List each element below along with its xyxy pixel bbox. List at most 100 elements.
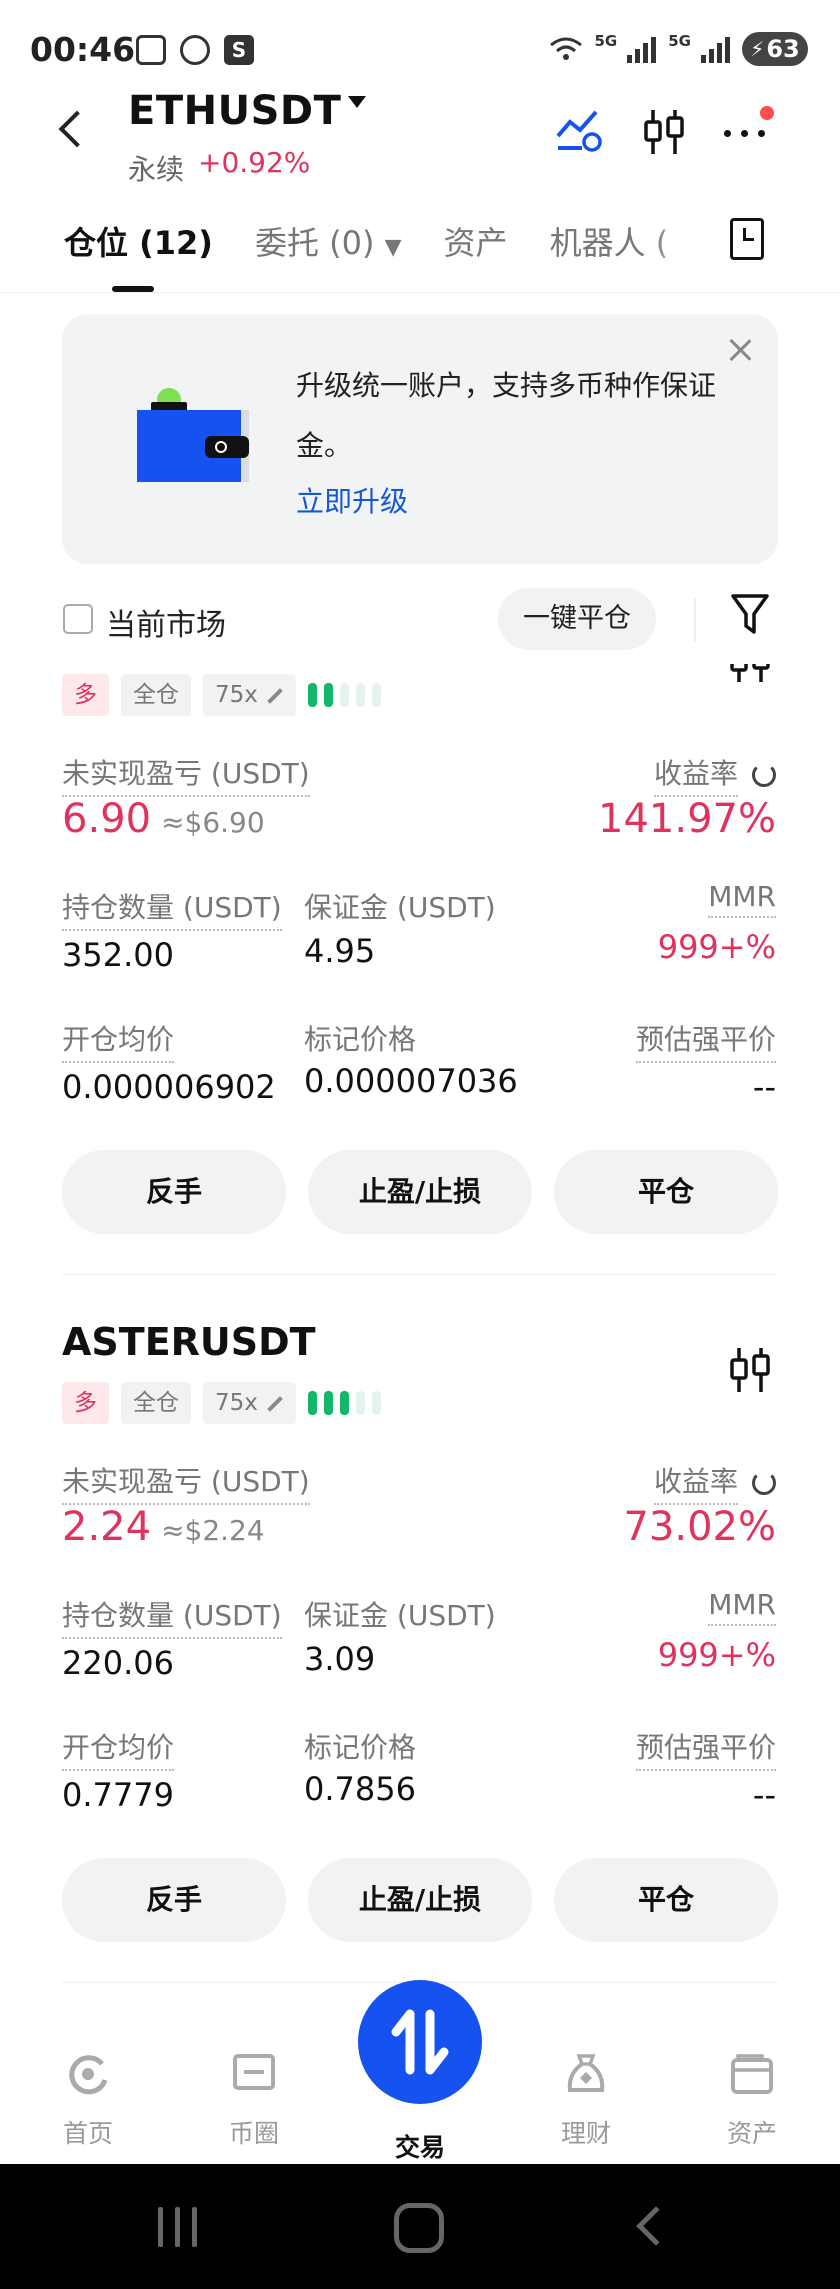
status-indicators: 5G 5G ⚡ 63 (549, 32, 808, 66)
tab-positions[interactable]: 仓位 (12) (64, 218, 213, 264)
history-icon[interactable] (730, 218, 764, 260)
position-size-value: 220.06 (62, 1644, 174, 1682)
mmr-level-bars (307, 1391, 381, 1415)
upgrade-now-link[interactable]: 立即升级 (296, 480, 408, 520)
leverage-badge[interactable]: 75x (203, 674, 296, 716)
tab-orders[interactable]: 委托 (0) ▼ (255, 218, 402, 264)
est-liq-price-value: -- (752, 1068, 776, 1106)
close-position-button[interactable]: 平仓 (554, 1858, 778, 1942)
nav-assets-label: 资产 (726, 2119, 777, 2148)
position-size-value: 352.00 (62, 936, 174, 974)
pair-dropdown-caret-icon[interactable] (348, 96, 366, 108)
mmr-level-bar (323, 1391, 333, 1415)
charging-icon: ⚡ (750, 37, 765, 61)
mmr-level-bar (355, 1391, 365, 1415)
filter-icon[interactable] (730, 592, 770, 636)
reverse-button[interactable]: 反手 (62, 1858, 286, 1942)
header-divider (0, 292, 840, 293)
side-badge: 多 (62, 1382, 109, 1424)
tp-sl-button[interactable]: 止盈/止损 (308, 1858, 532, 1942)
margin-value: 4.95 (304, 932, 376, 970)
more-icon[interactable] (724, 130, 765, 137)
tab-assets[interactable]: 资产 (444, 218, 508, 264)
chart-signal-icon[interactable] (556, 108, 604, 152)
mmr-level-bar (371, 683, 381, 707)
recent-apps-icon[interactable] (158, 2207, 197, 2247)
position-size-label: 持仓数量 (USDT) (62, 1594, 282, 1639)
tab-orders-label: 委托 (0) (254, 224, 375, 262)
mmr-level-bar (339, 683, 349, 707)
assets-icon (731, 2054, 773, 2094)
edit-pencil-icon (267, 1395, 283, 1412)
pair-title[interactable]: ETHUSDT (128, 88, 341, 134)
trade-icon (391, 2009, 449, 2075)
wifi-icon (549, 37, 582, 60)
notification-dot (760, 106, 774, 120)
home-button-icon[interactable] (394, 2203, 444, 2253)
current-market-checkbox[interactable] (63, 604, 93, 634)
tp-sl-button[interactable]: 止盈/止损 (308, 1150, 532, 1234)
back-icon[interactable] (58, 110, 96, 148)
roi-value: 141.97% (598, 796, 776, 842)
mmr-level-bar (355, 683, 365, 707)
nav-community[interactable]: 币圈 (194, 2052, 314, 2150)
position-size-label: 持仓数量 (USDT) (62, 886, 282, 931)
roi-value: 73.02% (623, 1504, 776, 1550)
mmr-level-bar (371, 1391, 381, 1415)
edit-pencil-icon (267, 687, 283, 704)
battery-level: 63 (766, 35, 800, 63)
mmr-value: 999+% (657, 928, 776, 966)
share-refresh-icon[interactable] (752, 762, 776, 787)
leverage-value: 75x (215, 1390, 258, 1416)
signal-icon-1 (627, 35, 657, 63)
earn-icon (567, 2054, 605, 2092)
nav-earn-label: 理财 (560, 2119, 611, 2148)
unrealized-pnl-usd: ≈$6.90 (161, 806, 265, 839)
mmr-level-bars (307, 683, 381, 707)
position-badges: 多 全仓 75x (62, 674, 381, 716)
unrealized-pnl-label: 未实现盈亏 (USDT) (62, 1460, 310, 1505)
unrealized-pnl-value: 2.24 (62, 1504, 152, 1550)
margin-mode-badge: 全仓 (121, 674, 191, 716)
mmr-value: 999+% (657, 1636, 776, 1674)
mmr-level-bar (339, 1391, 349, 1415)
position-tabs: 仓位 (12) 委托 (0) ▼ 资产 机器人 ( (64, 218, 668, 264)
unrealized-pnl-row: 2.24 ≈$2.24 (62, 1504, 265, 1550)
position-symbol[interactable]: ASTERUSDT (62, 1320, 316, 1364)
tabs-fade (650, 205, 710, 275)
margin-label: 保证金 (USDT) (304, 891, 496, 924)
gallery-notification-icon (136, 35, 166, 65)
position-badges: 多 全仓 75x (62, 1382, 381, 1424)
price-change: +0.92% (198, 146, 311, 179)
candlestick-icon[interactable] (728, 664, 772, 684)
one-click-close-button[interactable]: 一键平仓 (498, 588, 656, 650)
trade-fab[interactable] (358, 1980, 482, 2104)
signal-icon-2 (701, 35, 730, 63)
reverse-button[interactable]: 反手 (62, 1150, 286, 1234)
side-badge: 多 (62, 674, 109, 716)
candlestick-icon[interactable] (728, 1346, 772, 1394)
mmr-level-bar (307, 1391, 317, 1415)
nav-assets[interactable]: 资产 (692, 2052, 812, 2150)
status-notification-icons: S (136, 35, 254, 65)
status-time: 00:46 (30, 30, 136, 69)
leverage-badge[interactable]: 75x (203, 1382, 296, 1424)
filter-divider (694, 598, 696, 642)
roi-label: 收益率 (653, 1460, 738, 1505)
candlestick-icon[interactable] (642, 108, 686, 156)
mark-price-label: 标记价格 (304, 1023, 417, 1056)
mark-price-value: 0.7856 (304, 1770, 416, 1808)
wallet-illustration-icon (137, 388, 249, 482)
current-market-label[interactable]: 当前市场 (106, 600, 226, 644)
nav-trade[interactable]: 交易 (360, 2114, 480, 2164)
unrealized-pnl-row: 6.90 ≈$6.90 (62, 796, 265, 842)
nav-home[interactable]: 首页 (28, 2052, 148, 2150)
close-position-button[interactable]: 平仓 (554, 1150, 778, 1234)
close-icon[interactable] (726, 336, 754, 364)
share-refresh-icon[interactable] (752, 1470, 776, 1495)
leverage-value: 75x (215, 682, 258, 708)
nav-community-label: 币圈 (228, 2119, 279, 2148)
margin-label: 保证金 (USDT) (304, 1599, 496, 1632)
est-liq-price-label: 预估强平价 (635, 1018, 776, 1063)
nav-earn[interactable]: 理财 (526, 2052, 646, 2150)
